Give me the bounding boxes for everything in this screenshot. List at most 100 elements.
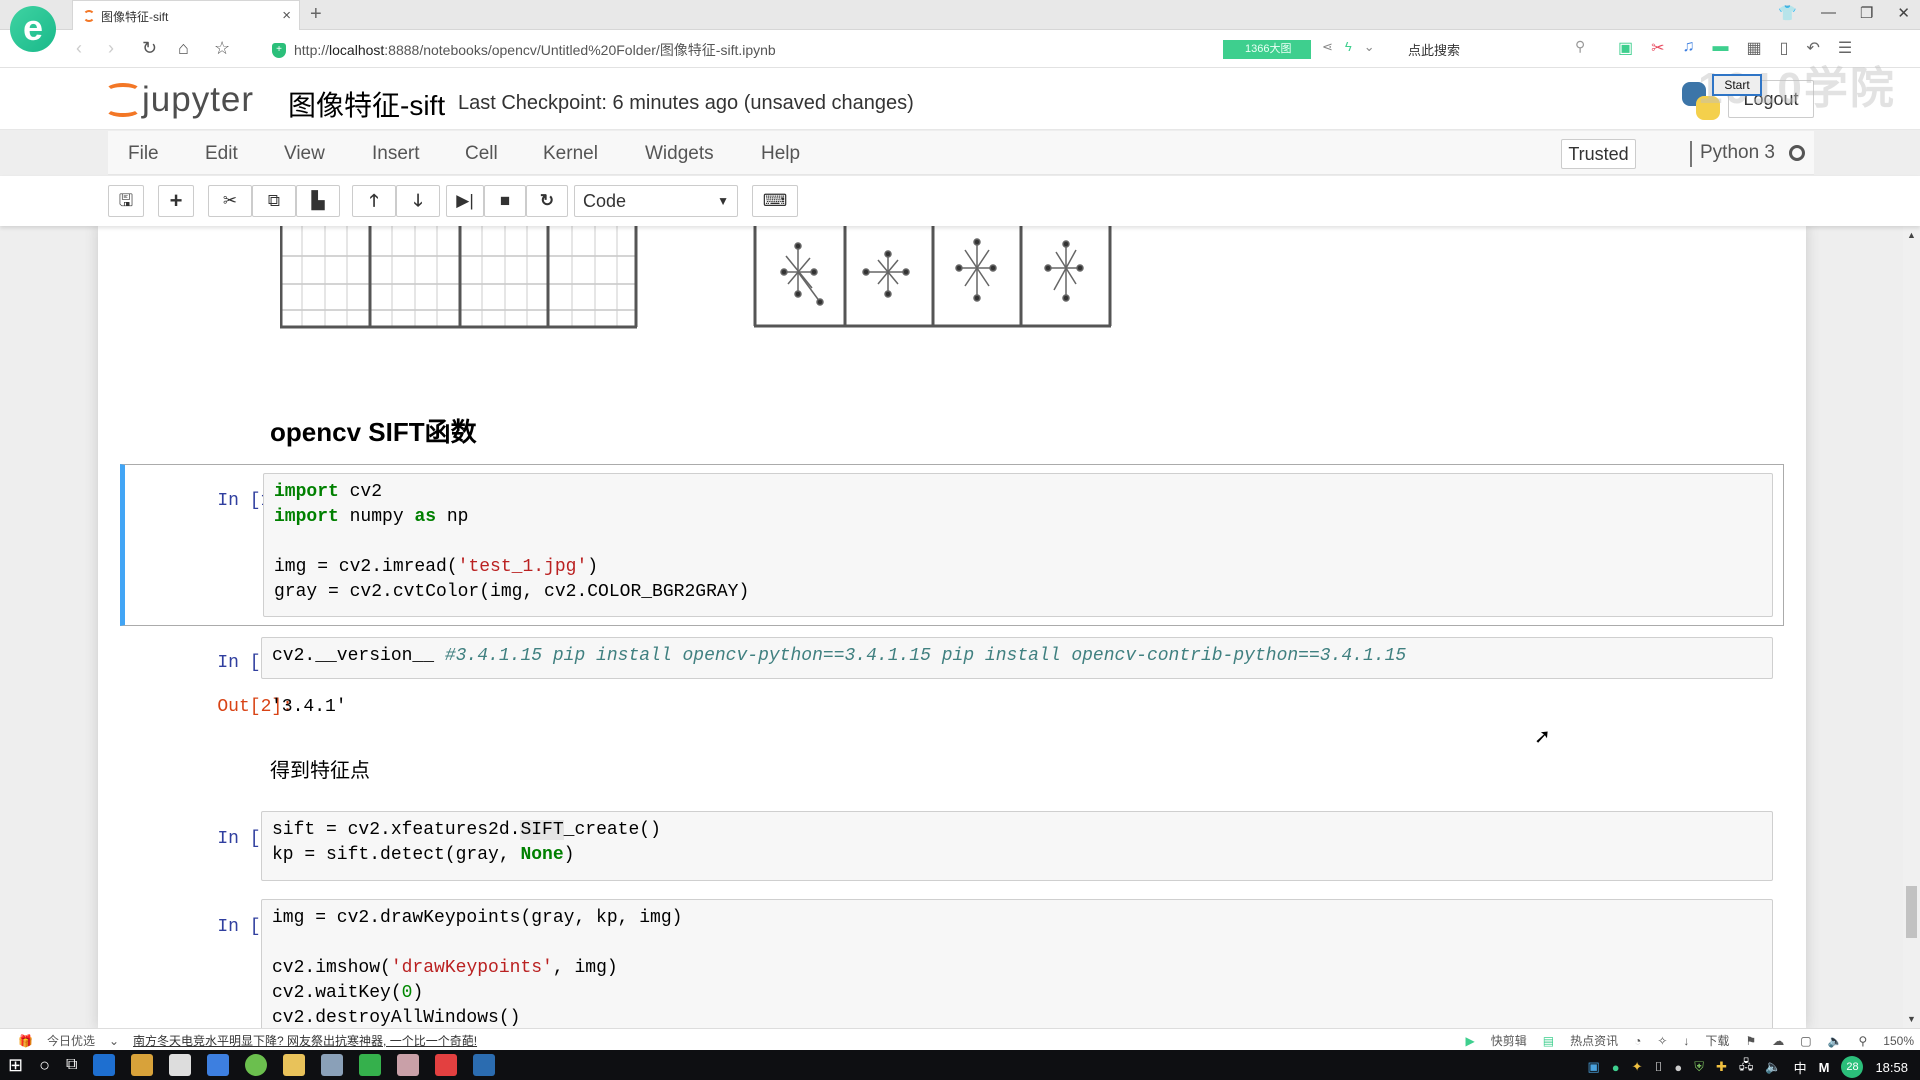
tray-plus-icon[interactable]: ✚ (1716, 1059, 1727, 1075)
code-editor[interactable]: cv2.__version__ #3.4.1.15 pip install op… (261, 637, 1773, 679)
restart-button[interactable]: ↻ (526, 185, 568, 217)
network-icon[interactable]: 🖧 (1739, 1056, 1754, 1078)
menu-view[interactable]: View (284, 143, 325, 165)
scrollbar-thumb[interactable] (1906, 886, 1917, 938)
save-button[interactable]: 🖫 (108, 185, 144, 217)
minimize-button[interactable]: — (1821, 4, 1836, 22)
mail-app-icon[interactable] (169, 1054, 192, 1076)
scroll-down-icon[interactable]: ▼ (1907, 1014, 1916, 1024)
volume-icon[interactable]: 🔈 (1828, 1034, 1843, 1048)
start-button[interactable]: Start (1712, 74, 1762, 96)
vertical-scrollbar[interactable]: ▲ ▼ (1903, 226, 1920, 1028)
cell-type-select[interactable]: Code ▼ (574, 185, 738, 217)
forward-icon[interactable]: › (108, 38, 114, 59)
move-down-button[interactable]: 🡓 (396, 185, 440, 217)
clock[interactable]: 18:58 (1875, 1060, 1908, 1075)
browser-status-bar: 🎁 今日优选 ⌄ 南方冬天电竞水平明显下降? 网友祭出抗寒神器, 一个比一个奇葩… (0, 1028, 1920, 1050)
menu-file[interactable]: File (128, 143, 159, 165)
url-field[interactable]: + http://localhost:8888/notebooks/opencv… (272, 40, 776, 60)
app-icon[interactable] (207, 1054, 230, 1076)
speed-icon[interactable]: ◔ (1634, 1034, 1641, 1048)
cut-button[interactable]: ✂ (208, 185, 252, 217)
search-icon[interactable]: ⚲ (1575, 38, 1585, 55)
trusted-badge[interactable]: Trusted (1561, 139, 1636, 169)
dropdown-icon[interactable]: ⌄ (1364, 39, 1375, 55)
code-editor[interactable]: sift = cv2.xfeatures2d.SIFT_create() kp … (261, 811, 1773, 881)
menu-help[interactable]: Help (761, 143, 800, 165)
tray-cloud-icon[interactable]: ● (1674, 1060, 1682, 1075)
paste-button[interactable]: ▙ (296, 185, 340, 217)
usb-icon[interactable]: ⌷ (1655, 1059, 1663, 1075)
menu-widgets[interactable]: Widgets (645, 143, 714, 165)
menu-edit[interactable]: Edit (205, 143, 238, 165)
home-icon[interactable]: ⌂ (178, 38, 189, 59)
skin-icon[interactable]: 👕 (1778, 4, 1797, 22)
tray-browser-icon[interactable]: ● (1612, 1060, 1620, 1075)
share-icon[interactable]: ⋖ (1322, 39, 1333, 55)
image-app-icon[interactable] (397, 1054, 420, 1076)
clean-icon[interactable]: ✧ (1657, 1034, 1667, 1048)
edge-app-icon[interactable] (93, 1054, 116, 1076)
windows-start-icon[interactable]: ⊞ (8, 1054, 23, 1076)
translate-extension-icon[interactable]: ▣ (1618, 38, 1633, 58)
close-window-button[interactable]: ✕ (1897, 4, 1910, 22)
code-cell-4[interactable]: In [4]: img = cv2.drawKeypoints(gray, kp… (120, 898, 1784, 1028)
volume-icon[interactable]: 🔈 (1765, 1059, 1781, 1075)
back-icon[interactable]: ‹ (76, 38, 82, 59)
download-link[interactable]: 下载 (1705, 1032, 1729, 1049)
chevron-down-icon[interactable]: ⌄ (109, 1034, 119, 1048)
star-icon[interactable]: ☆ (214, 38, 230, 59)
tray-app-icon[interactable]: ✦ (1632, 1059, 1643, 1075)
today-pick-link[interactable]: 今日优选 (47, 1032, 95, 1049)
browser-tab[interactable]: 图像特征-sift × (72, 0, 300, 31)
close-tab-icon[interactable]: × (282, 7, 291, 24)
menu-insert[interactable]: Insert (372, 143, 420, 165)
new-tab-button[interactable]: + (310, 3, 322, 26)
kernel-name[interactable]: Python 3 (1700, 142, 1775, 164)
command-palette-button[interactable]: ⌨ (752, 185, 798, 217)
browser-app-icon[interactable] (245, 1054, 268, 1076)
security-icon[interactable]: ⛨ (1694, 1059, 1704, 1075)
store-app-icon[interactable] (131, 1054, 154, 1076)
run-button[interactable]: ▶| (446, 185, 484, 217)
task-view-icon[interactable]: ⧉ (66, 1054, 77, 1076)
interrupt-button[interactable]: ■ (484, 185, 526, 217)
notification-badge[interactable]: 28 (1841, 1056, 1864, 1078)
lightning-icon[interactable]: ϟ (1345, 39, 1352, 55)
ime-indicator[interactable]: 中 (1794, 1058, 1807, 1077)
cortana-icon[interactable]: ○ (39, 1054, 50, 1076)
ime-mode-icon[interactable]: M (1819, 1060, 1830, 1075)
insert-cell-button[interactable]: + (158, 185, 194, 217)
refresh-icon[interactable]: ↻ (142, 38, 157, 59)
recorder-app-icon[interactable] (435, 1054, 458, 1076)
quick-edit-link[interactable]: 快剪辑 (1491, 1032, 1527, 1049)
promo-badge[interactable]: 1366大图 (1223, 40, 1311, 59)
zoom-level[interactable]: 150% (1883, 1034, 1914, 1048)
menu-kernel[interactable]: Kernel (543, 143, 598, 165)
jupyter-logo[interactable]: jupyter (104, 80, 254, 120)
window-icon[interactable]: ▢ (1800, 1034, 1811, 1048)
camtasia-app-icon[interactable] (359, 1054, 382, 1076)
copy-button[interactable]: ⧉ (252, 185, 296, 217)
menu-cell[interactable]: Cell (465, 143, 498, 165)
move-up-button[interactable]: 🡑 (352, 185, 396, 217)
flag-icon[interactable]: ⚑ (1745, 1034, 1756, 1048)
code-cell-1[interactable]: In [1]: import cv2 import numpy as np im… (120, 464, 1784, 626)
news-app-icon[interactable] (473, 1054, 496, 1076)
browser-search-input[interactable]: 点此搜索 (1408, 40, 1460, 59)
mouse-cursor-icon: ➚ (1534, 726, 1551, 748)
scroll-up-icon[interactable]: ▲ (1907, 230, 1916, 240)
code-cell-3[interactable]: In [3]: sift = cv2.xfeatures2d.SIFT_crea… (120, 808, 1784, 884)
tray-app-icon[interactable]: ▣ (1588, 1059, 1600, 1075)
screenshot-extension-icon[interactable]: ✂ (1651, 38, 1664, 58)
news-link[interactable]: 南方冬天电竞水平明显下降? 网友祭出抗寒神器, 一个比一个奇葩! (133, 1032, 477, 1049)
code-editor[interactable]: img = cv2.drawKeypoints(gray, kp, img) c… (261, 899, 1773, 1028)
extension-icon[interactable]: ♫ (1683, 38, 1695, 58)
file-explorer-icon[interactable] (283, 1054, 306, 1076)
hot-news-link[interactable]: 热点资讯 (1570, 1032, 1618, 1049)
paint-app-icon[interactable] (321, 1054, 344, 1076)
notebook-title[interactable]: 图像特征-sift (288, 84, 445, 124)
cloud-icon[interactable]: ☁ (1772, 1034, 1784, 1048)
code-editor[interactable]: import cv2 import numpy as np img = cv2.… (263, 473, 1773, 617)
restore-button[interactable]: ❐ (1860, 4, 1873, 22)
